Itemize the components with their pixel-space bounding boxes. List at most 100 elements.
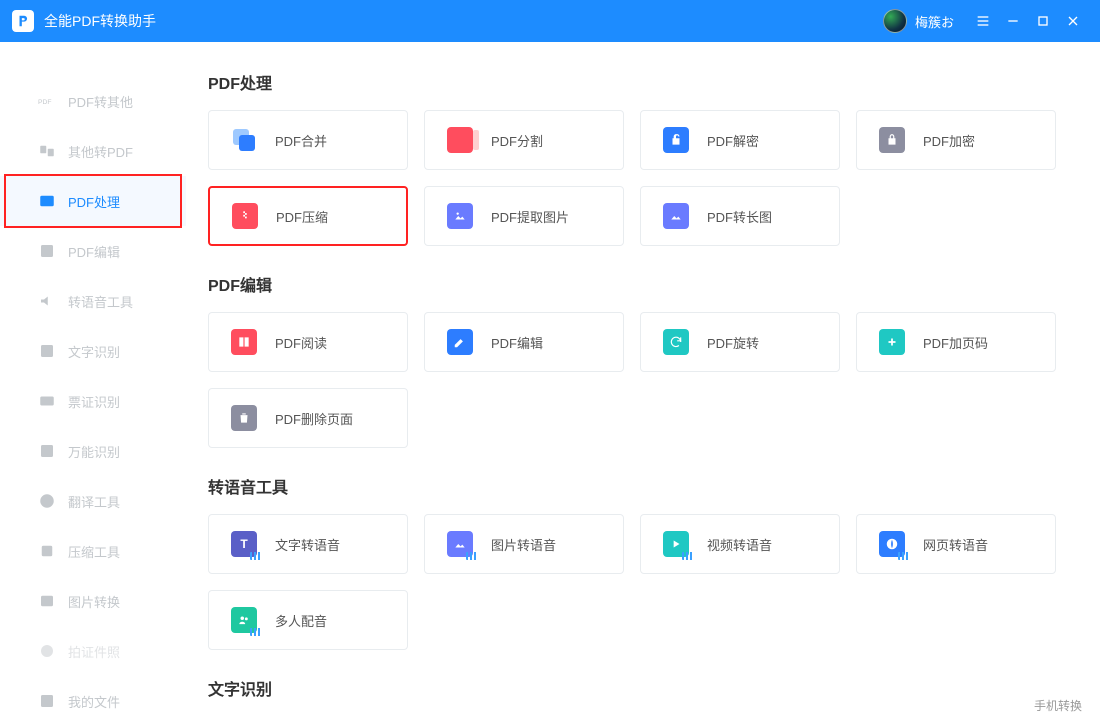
- long-image-icon: [663, 203, 689, 229]
- rotate-icon: [663, 329, 689, 355]
- sidebar-item-pdf-to-other[interactable]: PDF PDF转其他: [0, 76, 186, 126]
- plus-icon: [879, 329, 905, 355]
- card-label: PDF加密: [923, 131, 975, 150]
- sidebar-item-label: 转语音工具: [68, 292, 133, 311]
- card-pdf-merge[interactable]: PDF合并: [208, 110, 408, 170]
- globe-icon: [879, 531, 905, 557]
- card-pdf-to-long-image[interactable]: PDF转长图: [640, 186, 840, 246]
- extract-image-icon: [447, 203, 473, 229]
- trash-icon: [231, 405, 257, 431]
- card-label: PDF编辑: [491, 333, 543, 352]
- sidebar-item-label: 我的文件: [68, 692, 120, 711]
- main-content: PDF处理 PDF合并 PDF分割 PDF解密 PDF加密: [186, 42, 1100, 720]
- card-label: PDF加页码: [923, 333, 988, 352]
- text-ocr-icon: [38, 342, 56, 360]
- translate-icon: [38, 492, 56, 510]
- merge-icon: [231, 127, 257, 153]
- process-icon: [38, 192, 56, 210]
- card-label: 多人配音: [275, 611, 327, 630]
- card-pdf-compress[interactable]: PDF压缩: [208, 186, 408, 246]
- card-web-tts[interactable]: 网页转语音: [856, 514, 1056, 574]
- sidebar-item-ticket-ocr[interactable]: 票证识别: [0, 376, 186, 426]
- folder-icon: [38, 692, 56, 710]
- card-pdf-lock[interactable]: PDF加密: [856, 110, 1056, 170]
- section-pdf-edit: PDF编辑 PDF阅读 PDF编辑 PDF旋转 PDF加页码: [208, 272, 1078, 448]
- card-pdf-delete-page[interactable]: PDF删除页面: [208, 388, 408, 448]
- audio-icon: [38, 292, 56, 310]
- sidebar-item-ocr[interactable]: 文字识别: [0, 326, 186, 376]
- convert-icon: [38, 142, 56, 160]
- card-label: PDF压缩: [276, 207, 328, 226]
- sidebar-item-pdf-process[interactable]: PDF处理: [0, 176, 186, 226]
- card-pdf-extract-image[interactable]: PDF提取图片: [424, 186, 624, 246]
- ticket-icon: [38, 392, 56, 410]
- card-pdf-rotate[interactable]: PDF旋转: [640, 312, 840, 372]
- card-video-tts[interactable]: 视频转语音: [640, 514, 840, 574]
- app-logo: [12, 10, 34, 32]
- card-label: 网页转语音: [923, 535, 988, 554]
- sidebar-item-label: 万能识别: [68, 442, 120, 461]
- sidebar-item-tts-tools[interactable]: 转语音工具: [0, 276, 186, 326]
- sidebar-item-id-photo[interactable]: 拍证件照: [0, 626, 186, 676]
- avatar[interactable]: [883, 9, 907, 33]
- app-title: 全能PDF转换助手: [44, 11, 156, 31]
- card-pdf-pagenum[interactable]: PDF加页码: [856, 312, 1056, 372]
- video-icon: [663, 531, 689, 557]
- sidebar-item-image-convert[interactable]: 图片转换: [0, 576, 186, 626]
- image-tts-icon: [447, 531, 473, 557]
- section-title: 转语音工具: [208, 474, 1078, 498]
- close-button[interactable]: [1058, 0, 1088, 42]
- footer-link[interactable]: 手机转换: [1034, 697, 1082, 714]
- card-label: 文字转语音: [275, 535, 340, 554]
- card-label: 图片转语音: [491, 535, 556, 554]
- card-pdf-edit[interactable]: PDF编辑: [424, 312, 624, 372]
- card-image-tts[interactable]: 图片转语音: [424, 514, 624, 574]
- card-pdf-unlock[interactable]: PDF解密: [640, 110, 840, 170]
- maximize-button[interactable]: [1028, 0, 1058, 42]
- compress-file-icon: [232, 203, 258, 229]
- card-label: PDF删除页面: [275, 409, 353, 428]
- minimize-button[interactable]: [998, 0, 1028, 42]
- titlebar: 全能PDF转换助手 梅簇お: [0, 0, 1100, 42]
- card-pdf-read[interactable]: PDF阅读: [208, 312, 408, 372]
- pdf-icon: PDF: [38, 92, 56, 110]
- people-icon: [231, 607, 257, 633]
- compress-icon: [38, 542, 56, 560]
- sidebar-item-label: 拍证件照: [68, 642, 120, 661]
- sidebar-item-compress[interactable]: 压缩工具: [0, 526, 186, 576]
- card-label: PDF分割: [491, 131, 543, 150]
- section-tts: 转语音工具 T 文字转语音 图片转语音 视频转语音 网页转语音: [208, 474, 1078, 650]
- username[interactable]: 梅簇お: [915, 12, 954, 31]
- card-text-tts[interactable]: T 文字转语音: [208, 514, 408, 574]
- menu-button[interactable]: [968, 0, 998, 42]
- card-label: PDF转长图: [707, 207, 772, 226]
- sidebar-item-label: PDF编辑: [68, 242, 120, 261]
- card-label: PDF旋转: [707, 333, 759, 352]
- section-title: PDF处理: [208, 70, 1078, 94]
- section-ocr: 文字识别: [208, 676, 1078, 700]
- card-label: 视频转语音: [707, 535, 772, 554]
- sidebar-item-label: 翻译工具: [68, 492, 120, 511]
- pencil-icon: [447, 329, 473, 355]
- section-pdf-process: PDF处理 PDF合并 PDF分割 PDF解密 PDF加密: [208, 70, 1078, 246]
- section-title: 文字识别: [208, 676, 1078, 700]
- sidebar-item-label: PDF转其他: [68, 92, 133, 111]
- sidebar-item-my-files[interactable]: 我的文件: [0, 676, 186, 726]
- svg-text:PDF: PDF: [38, 99, 52, 106]
- sidebar-item-pdf-edit[interactable]: PDF编辑: [0, 226, 186, 276]
- card-multi-voice[interactable]: 多人配音: [208, 590, 408, 650]
- card-label: PDF阅读: [275, 333, 327, 352]
- read-icon: [231, 329, 257, 355]
- card-pdf-split[interactable]: PDF分割: [424, 110, 624, 170]
- image-icon: [38, 592, 56, 610]
- sidebar-item-universal-ocr[interactable]: 万能识别: [0, 426, 186, 476]
- sidebar-item-label: 文字识别: [68, 342, 120, 361]
- lock-icon: [879, 127, 905, 153]
- sidebar-item-label: 压缩工具: [68, 542, 120, 561]
- sidebar-item-label: 其他转PDF: [68, 142, 133, 161]
- sidebar-item-other-to-pdf[interactable]: 其他转PDF: [0, 126, 186, 176]
- text-icon: T: [231, 531, 257, 557]
- sidebar-item-translate[interactable]: 翻译工具: [0, 476, 186, 526]
- section-title: PDF编辑: [208, 272, 1078, 296]
- scan-icon: [38, 442, 56, 460]
